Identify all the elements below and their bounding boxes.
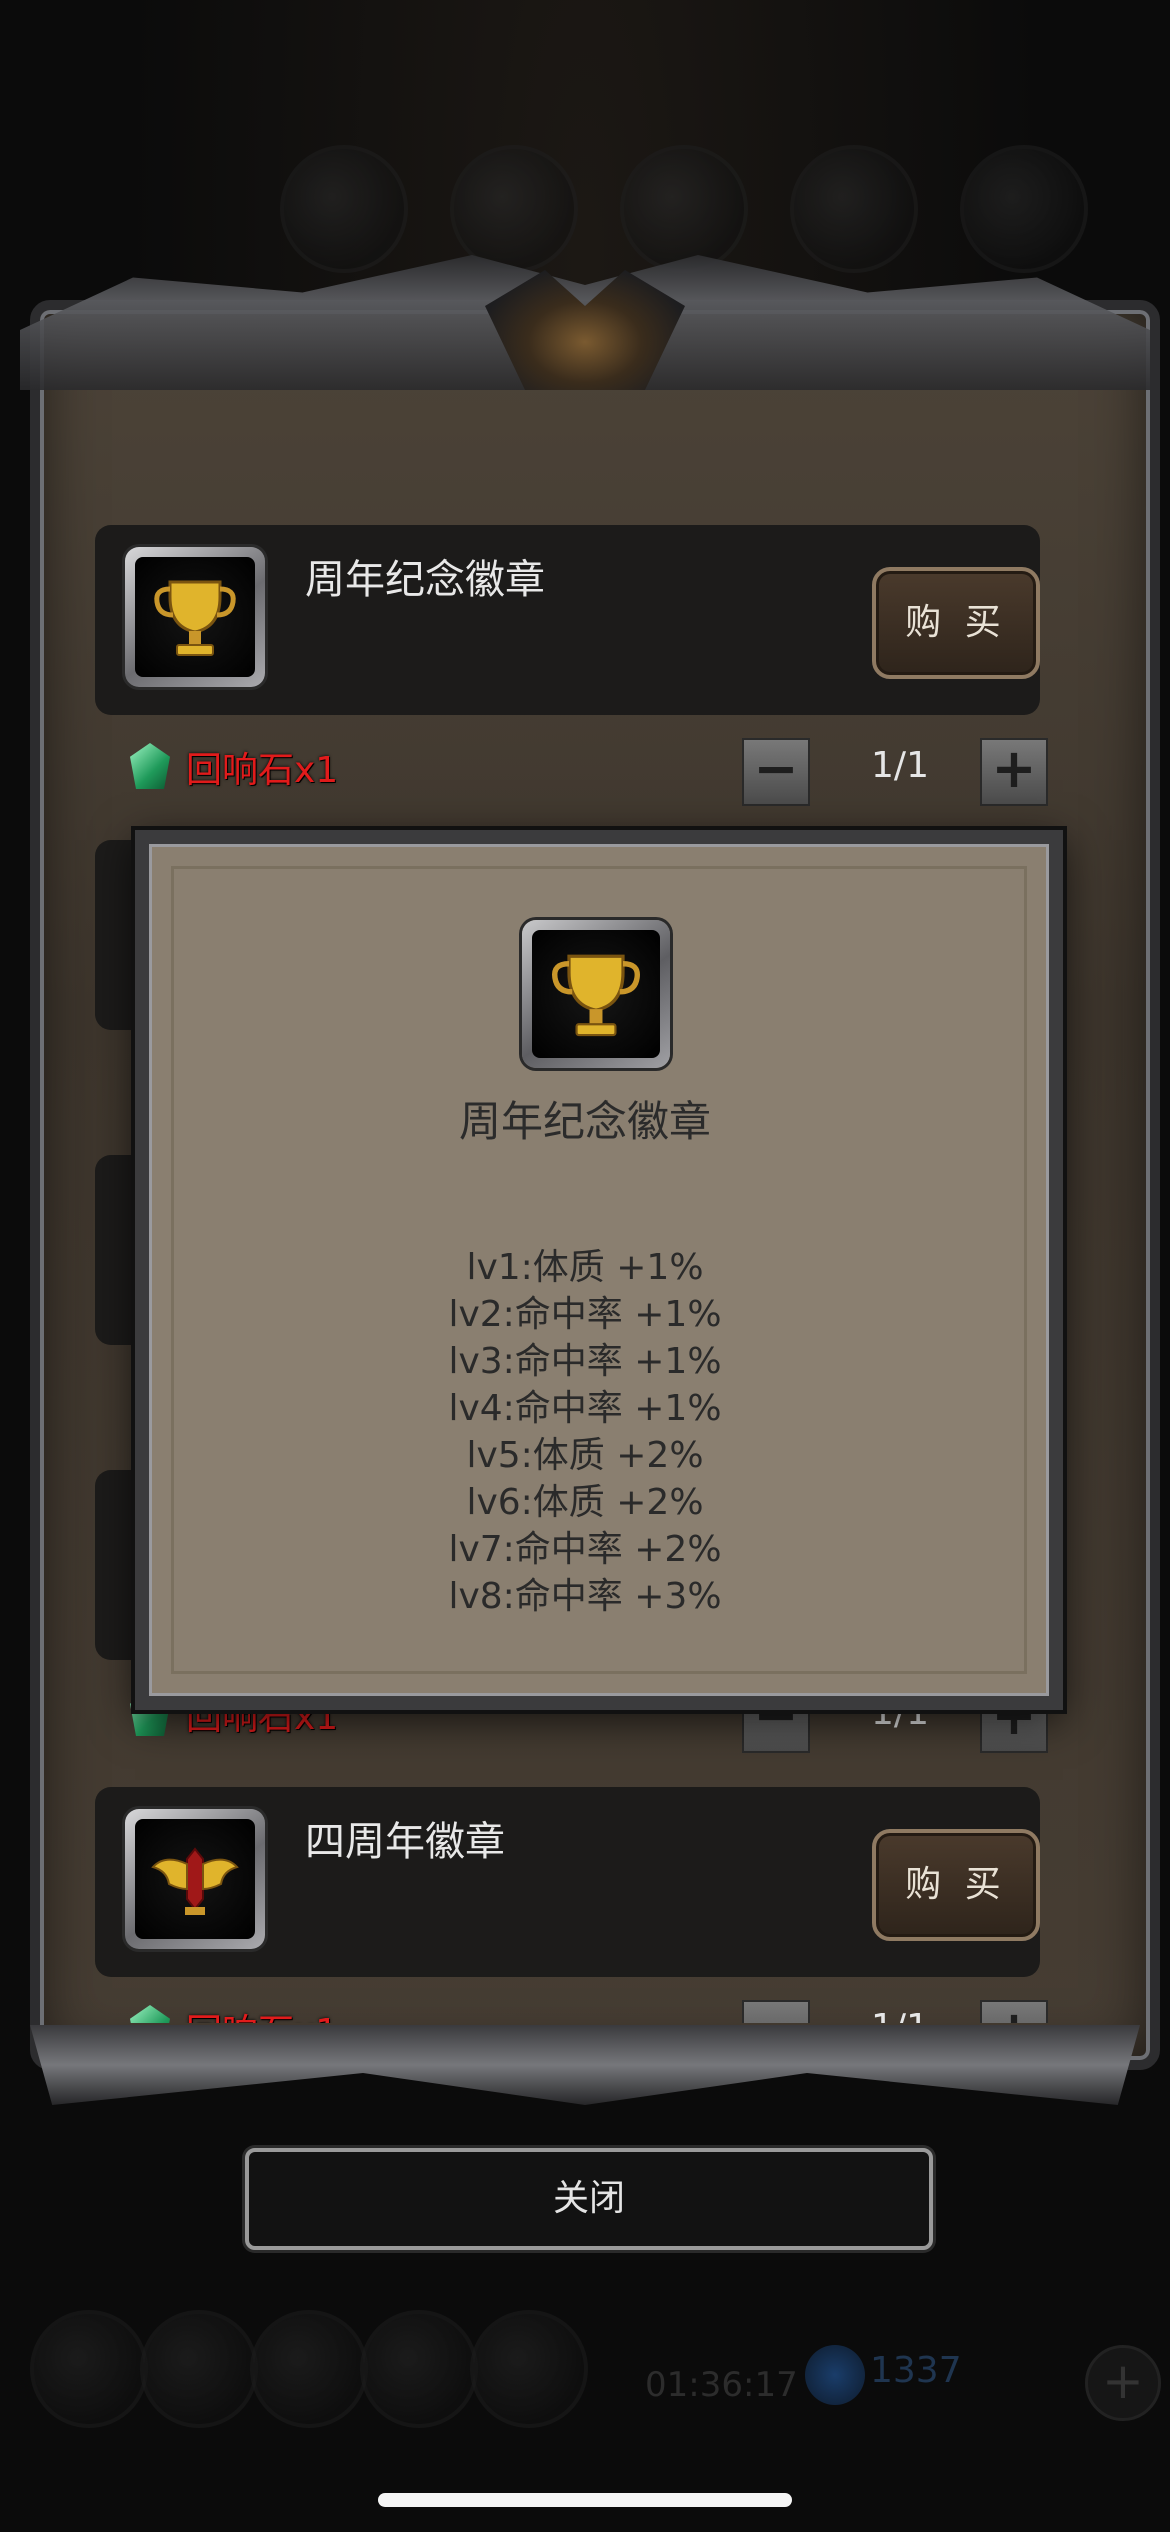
item-name: 周年纪念徽章 — [305, 557, 545, 603]
winged-crest-icon — [151, 1847, 239, 1915]
quantity-minus-button[interactable]: − — [742, 2000, 810, 2023]
bg-menu-icon — [450, 145, 578, 273]
trophy-icon — [552, 954, 640, 1037]
echo-stone-icon — [130, 2005, 170, 2023]
bg-menu-icon — [960, 145, 1088, 273]
price-row: 回响石x1 − 1/1 + — [130, 733, 1070, 806]
quantity-plus-button[interactable]: + — [980, 738, 1048, 806]
trophy-icon — [154, 580, 236, 656]
bg-currency-count: 1337 — [870, 2350, 962, 2391]
fourth-anniversary-badge-icon[interactable] — [125, 1809, 265, 1949]
quantity-value: 1/1 — [850, 2007, 950, 2023]
bg-timer: 01:36:17 — [645, 2365, 798, 2405]
price-row-partial: 回响石x1 − 1/1 + — [130, 1995, 1070, 2023]
stat-line: lv1:体质 +1% — [466, 1247, 704, 1288]
stat-line: lv2:命中率 +1% — [448, 1294, 722, 1335]
bg-bottom-icon — [470, 2310, 588, 2428]
buy-button[interactable]: 购 买 — [872, 567, 1040, 679]
stats-list: lv1:体质 +1% lv2:命中率 +1% lv3:命中率 +1% lv4:命… — [149, 1244, 1021, 1620]
quantity-value: 1/1 — [871, 745, 929, 786]
bg-gem-icon — [805, 2345, 865, 2405]
item-detail-popup: 周年纪念徽章 lv1:体质 +1% lv2:命中率 +1% lv3:命中率 +1… — [135, 830, 1063, 1710]
bg-bottom-icon — [360, 2310, 478, 2428]
bg-plus-icon: + — [1085, 2345, 1161, 2421]
bg-bottom-icon — [30, 2310, 148, 2428]
stat-line: lv8:命中率 +3% — [448, 1576, 722, 1617]
bg-menu-icon — [620, 145, 748, 273]
stat-line: lv7:命中率 +2% — [448, 1529, 722, 1570]
bg-menu-icon — [790, 145, 918, 273]
bg-menu-icon — [280, 145, 408, 273]
buy-button[interactable]: 购 买 — [872, 1829, 1040, 1941]
stat-line: lv4:命中率 +1% — [448, 1388, 722, 1429]
shop-item-card: 周年纪念徽章 购 买 — [95, 525, 1040, 715]
echo-stone-icon — [130, 743, 170, 789]
stat-line: lv5:体质 +2% — [466, 1435, 704, 1476]
price-text: 回响石x1 — [186, 750, 339, 791]
stat-line: lv6:体质 +2% — [466, 1482, 704, 1523]
quantity-minus-button[interactable]: − — [742, 738, 810, 806]
close-button[interactable]: 关闭 — [245, 2148, 933, 2250]
stat-line: lv3:命中率 +1% — [448, 1341, 722, 1382]
popup-title: 周年纪念徽章 — [458, 1097, 711, 1146]
bg-bottom-icon — [140, 2310, 258, 2428]
popup-badge-icon — [522, 920, 670, 1068]
price-text: 回响石x1 — [186, 2003, 338, 2023]
shop-item-card: 四周年徽章 购 买 — [95, 1787, 1040, 1977]
anniversary-badge-icon[interactable] — [125, 547, 265, 687]
bg-bottom-icon — [250, 2310, 368, 2428]
item-name: 四周年徽章 — [305, 1819, 505, 1865]
home-indicator[interactable] — [378, 2493, 792, 2507]
quantity-plus-button[interactable]: + — [980, 2000, 1048, 2023]
